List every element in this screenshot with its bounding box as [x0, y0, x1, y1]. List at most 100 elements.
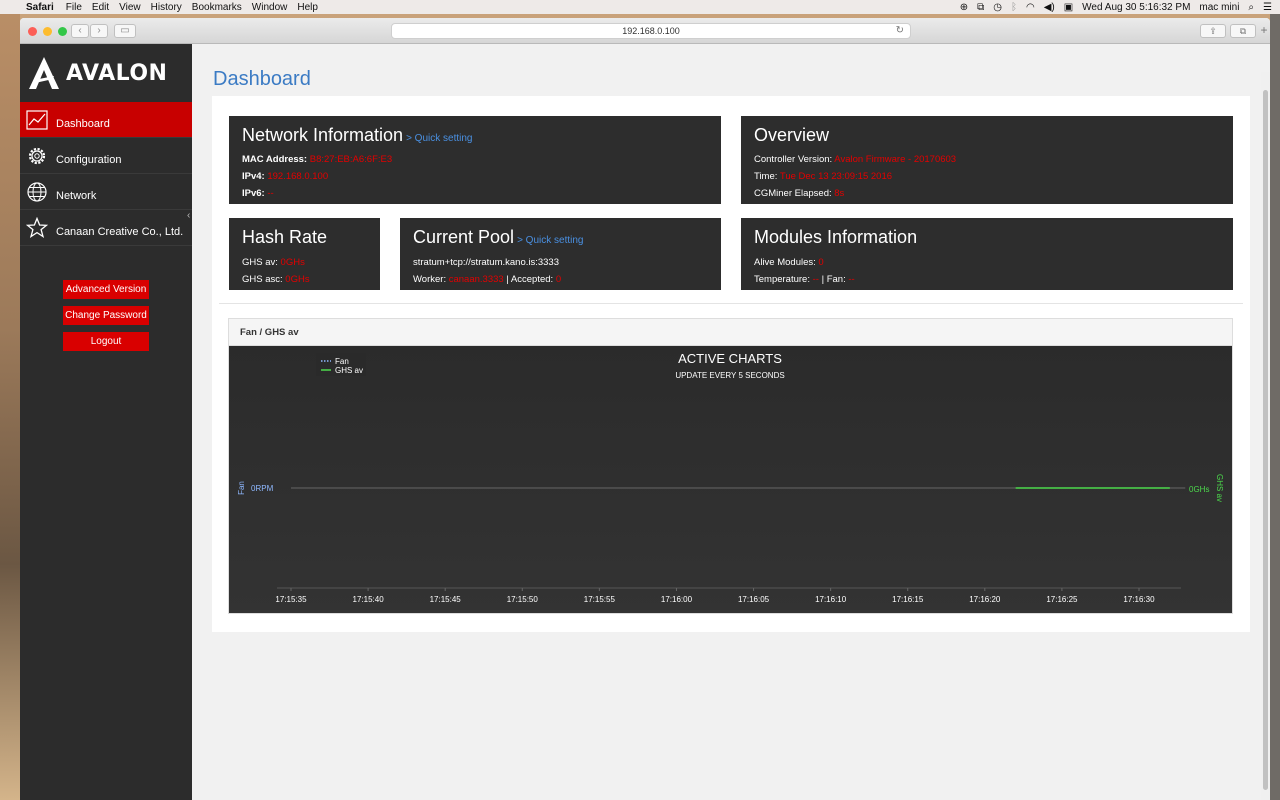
- logout-button[interactable]: Logout: [63, 332, 149, 351]
- accepted-label: | Accepted:: [506, 274, 554, 285]
- volume-icon[interactable]: ◀): [1044, 2, 1055, 13]
- advanced-version-button[interactable]: Advanced Version: [63, 280, 149, 299]
- chart-subtitle: UPDATE EVERY 5 SECONDS: [675, 371, 784, 380]
- version-value: Avalon Firmware - 20170603: [834, 154, 957, 165]
- x-tick-label: 17:16:05: [738, 595, 770, 604]
- sidebar-toggle-button[interactable]: ▭: [114, 24, 136, 38]
- x-tick-label: 17:16:25: [1046, 595, 1078, 604]
- ghs-av-label: GHS av:: [242, 257, 278, 268]
- desktop-edge: [1270, 14, 1280, 800]
- forward-button[interactable]: ›: [90, 24, 108, 38]
- temp-label: Temperature:: [754, 274, 810, 285]
- plus-icon: +: [1260, 23, 1268, 37]
- collapse-sidebar-icon[interactable]: ‹: [187, 210, 190, 221]
- chart-header: Fan / GHS av: [229, 319, 1232, 346]
- menu-view[interactable]: View: [119, 2, 149, 13]
- wifi-icon[interactable]: ◠: [1026, 2, 1035, 13]
- fan-label: | Fan:: [821, 274, 846, 285]
- menu-bookmarks[interactable]: Bookmarks: [192, 2, 250, 13]
- current-pool-card: Current Pool > Quick setting stratum+tcp:…: [400, 218, 721, 290]
- x-tick-label: 17:16:20: [969, 595, 1001, 604]
- network-quick-setting-link[interactable]: > Quick setting: [406, 133, 472, 144]
- close-window-button[interactable]: [28, 27, 37, 36]
- section-divider: [219, 303, 1243, 304]
- menu-app[interactable]: Safari: [26, 2, 64, 13]
- current-pool-title: Current Pool > Quick setting: [413, 227, 583, 248]
- share-button[interactable]: ⇪: [1200, 24, 1226, 38]
- back-button[interactable]: ‹: [71, 24, 89, 38]
- chevron-left-icon: ‹: [78, 25, 82, 36]
- legend-ghs-label[interactable]: GHS av: [335, 366, 363, 375]
- avalon-logo[interactable]: AVALON: [20, 44, 192, 102]
- y-axis-left-label: Fan: [237, 481, 246, 495]
- reload-icon[interactable]: ↻: [896, 24, 904, 38]
- menu-help[interactable]: Help: [297, 2, 326, 13]
- pool-quick-setting-link[interactable]: > Quick setting: [517, 235, 583, 246]
- fan-ghs-chart-box: Fan / GHS av ACTIVE CHARTS UPDATE EVERY …: [228, 318, 1233, 614]
- menu-window[interactable]: Window: [252, 2, 296, 13]
- menu-edit[interactable]: Edit: [92, 2, 117, 13]
- page-scrollbar[interactable]: [1261, 72, 1270, 800]
- input-menu-icon[interactable]: ▣: [1064, 2, 1073, 13]
- bluetooth-icon[interactable]: ᛒ: [1011, 2, 1017, 13]
- y-left-tick: 0RPM: [251, 484, 274, 493]
- status-target-icon[interactable]: ⊕: [960, 2, 968, 13]
- chart-legend: Fan GHS av: [316, 353, 366, 376]
- modules-info-card: Modules Information Alive Modules: 0 Tem…: [741, 218, 1233, 290]
- chevron-right-icon: ›: [97, 25, 101, 36]
- y-axis-right-label: GHS av: [1215, 474, 1224, 502]
- sidebar-item-network[interactable]: Network: [20, 174, 192, 210]
- dashboard-panel: Network Information > Quick setting MAC A…: [212, 96, 1250, 632]
- status-screens-icon[interactable]: ⧉: [977, 2, 984, 13]
- alive-label: Alive Modules:: [754, 257, 816, 268]
- sidebar-item-canaan[interactable]: Canaan Creative Co., Ltd.: [20, 210, 192, 246]
- logo-text: AVALON: [66, 60, 168, 86]
- sidebar-item-configuration[interactable]: Configuration: [20, 138, 192, 174]
- menubar-clock[interactable]: Wed Aug 30 5:16:32 PM: [1082, 2, 1190, 13]
- hash-rate-title: Hash Rate: [242, 227, 328, 247]
- minimize-window-button[interactable]: [43, 27, 52, 36]
- legend-fan-label[interactable]: Fan: [335, 357, 349, 366]
- y-right-tick: 0GHs: [1189, 485, 1209, 494]
- elapsed-value: 8s: [834, 188, 845, 199]
- time-machine-icon[interactable]: ◷: [993, 2, 1002, 13]
- sidebar-item-label: Canaan Creative Co., Ltd.: [56, 225, 184, 238]
- controller-version-row: Controller Version: Avalon Firmware - 20…: [754, 154, 956, 165]
- sidebar-item-dashboard[interactable]: Dashboard: [20, 102, 192, 138]
- menu-file[interactable]: File: [66, 2, 90, 13]
- spotlight-icon[interactable]: ⌕: [1248, 2, 1254, 13]
- scrollbar-thumb[interactable]: [1263, 90, 1268, 790]
- browser-toolbar: ‹ › ▭ 192.168.0.100 ↻ ⇪ ⧉ +: [20, 18, 1270, 44]
- safari-window: ‹ › ▭ 192.168.0.100 ↻ ⇪ ⧉ + AVALON Dashb…: [20, 18, 1270, 800]
- ipv6-label: IPv6:: [242, 188, 265, 199]
- ghs-asc-label: GHS asc:: [242, 274, 283, 285]
- network-info-title: Network Information > Quick setting: [242, 125, 472, 146]
- ghs-asc-row: GHS asc: 0GHs: [242, 274, 310, 285]
- mac-row: MAC Address: B8:27:EB:A6:6F:E3: [242, 154, 392, 165]
- version-label: Controller Version:: [754, 154, 833, 165]
- x-tick-label: 17:16:30: [1123, 595, 1155, 604]
- pool-url: stratum+tcp://stratum.kano.is:3333: [413, 257, 559, 268]
- new-tab-button[interactable]: +: [1258, 24, 1270, 38]
- elapsed-row: CGMiner Elapsed: 8s: [754, 188, 844, 199]
- menubar-user[interactable]: mac mini: [1199, 2, 1239, 13]
- notification-center-icon[interactable]: ☰: [1263, 2, 1272, 13]
- window-controls: [28, 27, 67, 36]
- mac-value: B8:27:EB:A6:6F:E3: [309, 154, 393, 165]
- ipv4-row: IPv4: 192.168.0.100: [242, 171, 328, 182]
- network-title-text: Network Information: [242, 125, 404, 145]
- address-bar[interactable]: 192.168.0.100 ↻: [391, 23, 911, 39]
- sidebar-item-label: Dashboard: [56, 117, 110, 130]
- time-label: Time:: [754, 171, 778, 182]
- x-tick-label: 17:16:15: [892, 595, 924, 604]
- mac-menubar: Safari File Edit View History Bookmarks …: [0, 0, 1280, 14]
- pool-title-text: Current Pool: [413, 227, 515, 247]
- sidebar-item-label: Configuration: [56, 153, 122, 166]
- zoom-window-button[interactable]: [58, 27, 67, 36]
- main-content: Dashboard Network Information > Quick set…: [192, 44, 1270, 800]
- menu-history[interactable]: History: [151, 2, 190, 13]
- x-tick-label: 17:15:45: [430, 595, 462, 604]
- tabs-overview-button[interactable]: ⧉: [1230, 24, 1256, 38]
- change-password-button[interactable]: Change Password: [63, 306, 149, 325]
- overview-title: Overview: [754, 125, 830, 145]
